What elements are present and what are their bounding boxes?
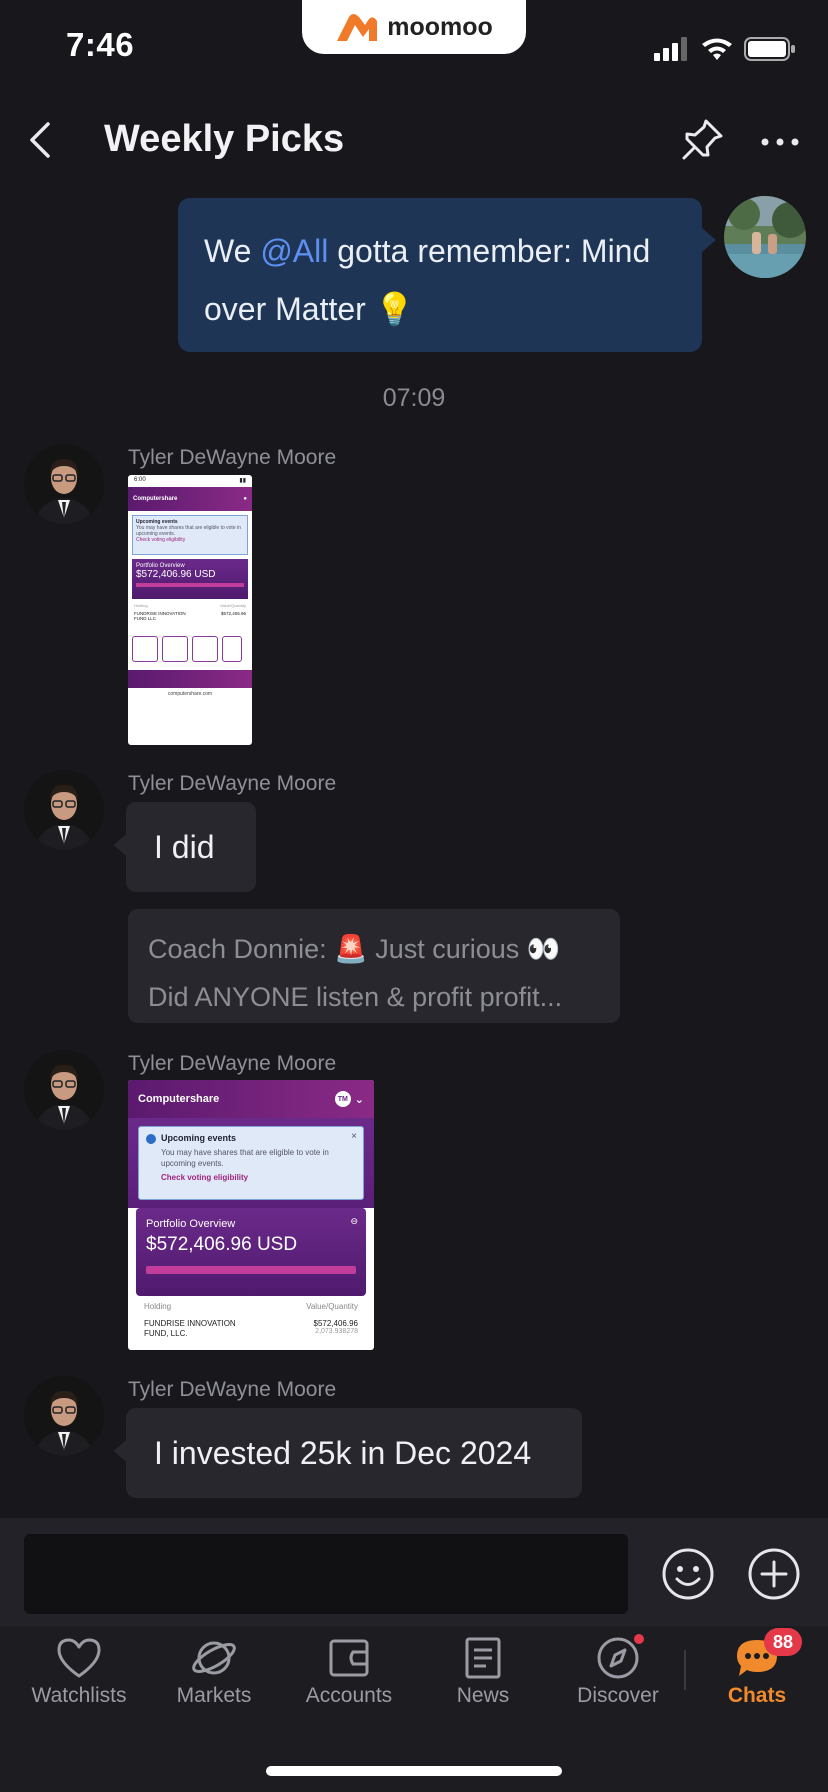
shot-banner-text: You may have shares that are eligible to… [161,1148,329,1168]
message-bubble[interactable]: I invested 25k in Dec 2024 [114,1408,582,1498]
tab-markets[interactable]: Markets [149,1636,279,1708]
more-options-icon[interactable] [758,124,802,160]
shot-banner-title: Upcoming events [161,1133,237,1143]
image-attachment[interactable]: 6:00 ▮▮ Computershare ● Upcoming events Yo… [128,475,252,745]
own-message-line-1: We @All gotta remember: Mind [204,233,651,269]
own-avatar[interactable] [724,196,806,278]
shot-brand: Computershare [133,496,178,502]
image-attachment[interactable]: Computershare TM ⌄ × Upcoming events You… [128,1080,374,1350]
sender-name: Tyler DeWayne Moore [128,446,337,469]
message-text: I invested 25k in Dec 2024 [154,1434,532,1471]
message-bubble[interactable]: I did [114,802,256,892]
shot-banner-text: You may have shares that are eligible to… [136,525,241,537]
news-icon [465,1637,501,1679]
tab-news[interactable]: News [418,1636,548,1708]
shot-fund-name: FUNDRISE INNOVATION FUND, LLC. [144,1319,236,1338]
sender-name: Tyler DeWayne Moore [128,1052,337,1075]
message-timestamp: 07:09 [382,384,446,412]
message-text: I did [154,828,215,865]
brand-name: moomoo [387,12,493,41]
quote-line-1: Coach Donnie: 🚨 Just curious 👀 [148,934,561,964]
tab-watchlists[interactable]: Watchlists [14,1636,144,1708]
moomoo-logo-icon [337,14,378,41]
add-attachment-icon[interactable] [746,1546,802,1602]
emoji-icon[interactable] [660,1546,716,1602]
wifi-icon [702,38,732,60]
shot-time: 6:00 [134,477,146,483]
planet-icon [192,1641,236,1675]
own-message-bubble[interactable]: We @All gotta remember: Mind over Matter… [178,198,716,352]
battery-icon [744,37,795,61]
pin-icon[interactable] [678,116,726,164]
shot-url: computershare.com [167,691,213,697]
quote-line-2: Did ANYONE listen & profit profit... [148,982,563,1012]
wallet-icon [329,1639,369,1677]
chat-title: Weekly Picks [104,118,345,160]
cellular-signal-icon [654,37,687,61]
message-input[interactable] [24,1534,628,1614]
heart-icon [57,1638,101,1678]
shot-portfolio-value: $572,406.96 USD [136,569,216,580]
tab-discover[interactable]: Discover [553,1636,683,1708]
status-time: 7:46 [66,26,135,63]
status-icons [654,36,796,62]
sender-avatar[interactable] [24,1376,104,1456]
tab-divider [684,1650,686,1690]
shot-banner-link: Check voting eligibility [136,537,186,543]
sender-name: Tyler DeWayne Moore [128,1378,337,1401]
quoted-message[interactable]: Coach Donnie: 🚨 Just curious 👀 Did ANYON… [128,909,620,1023]
shot-fund-name: FUNDRISE INNOVATION FUND LLC [134,611,186,621]
tab-accounts[interactable]: Accounts [284,1636,414,1708]
discover-notification-dot [634,1634,644,1644]
sender-avatar[interactable] [24,1050,104,1130]
shot-user-initials: TM [334,1091,351,1107]
sender-avatar[interactable] [24,770,104,850]
shot-portfolio-label: Portfolio Overview [146,1218,236,1230]
brand-notch: moomoo [302,0,526,54]
tab-chats[interactable]: Chats [692,1636,822,1708]
sender-avatar[interactable] [24,444,104,524]
mention-all[interactable]: @All [260,233,328,269]
home-indicator[interactable] [266,1766,562,1776]
shot-portfolio-value: $572,406.96 USD [146,1234,298,1255]
sender-name: Tyler DeWayne Moore [128,772,337,795]
back-arrow-icon[interactable] [22,118,62,162]
own-message-line-2: over Matter 💡 [204,291,415,327]
chats-unread-badge: 88 [764,1628,802,1656]
shot-banner-link: Check voting eligibility [161,1173,249,1182]
shot-brand: Computershare [138,1093,220,1105]
